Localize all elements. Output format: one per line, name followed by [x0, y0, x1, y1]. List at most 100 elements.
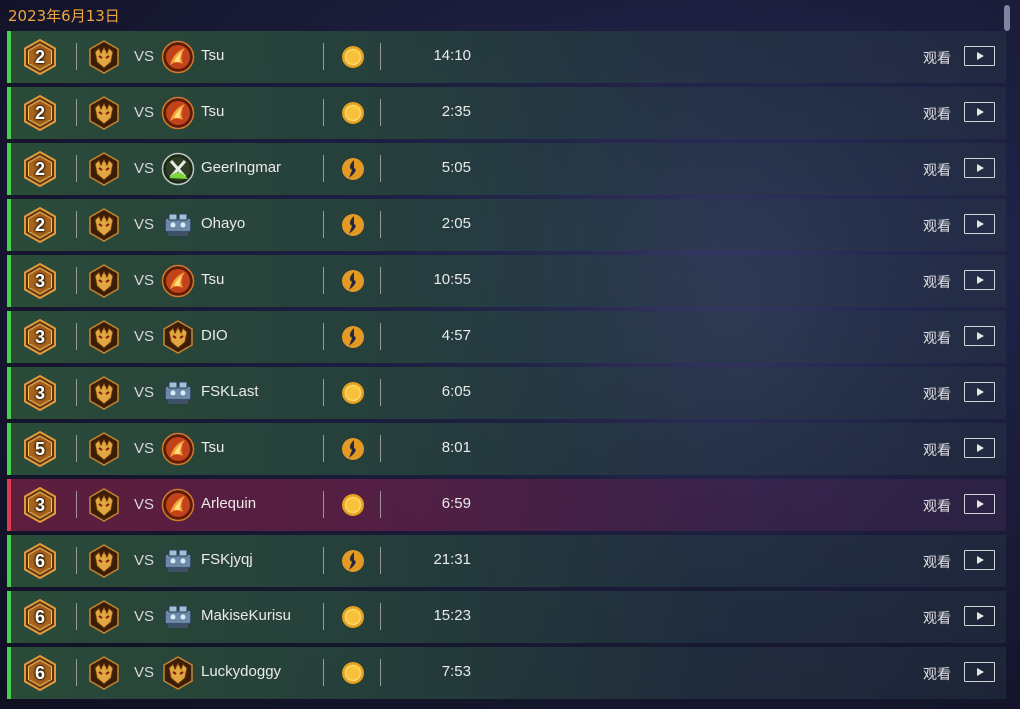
play-button[interactable]	[964, 606, 995, 626]
match-row-7[interactable]: 3 VS FSKLast 6:05 观看	[7, 367, 1006, 419]
play-button[interactable]	[964, 46, 995, 66]
play-icon	[977, 220, 984, 228]
play-button[interactable]	[964, 550, 995, 570]
rank-badge: 6	[22, 598, 58, 636]
rank-number: 3	[34, 327, 45, 347]
divider	[323, 155, 324, 182]
demon-icon	[87, 656, 121, 690]
watch-label[interactable]: 观看	[923, 160, 951, 180]
play-icon	[977, 276, 984, 284]
demon-icon	[87, 600, 121, 634]
play-button[interactable]	[964, 662, 995, 682]
watch-label[interactable]: 观看	[923, 440, 951, 460]
play-icon	[977, 444, 984, 452]
match-row-10[interactable]: 6 VS FSKjyqj 21:31 观看	[7, 535, 1006, 587]
divider	[380, 323, 381, 350]
match-row-6[interactable]: 3 VS DIO 4:57 观看	[7, 311, 1006, 363]
play-icon	[977, 612, 984, 620]
opponent-name: Tsu	[201, 439, 225, 456]
match-row-8[interactable]: 5 VS Tsu 8:01 观看	[7, 423, 1006, 475]
match-row-11[interactable]: 6 VS MakiseKurisu 15:23 观看	[7, 591, 1006, 643]
rank-number: 3	[34, 495, 45, 515]
vs-label: VS	[134, 328, 155, 345]
match-list: 2 VS Tsu 14:10 观看 2 VS Tsu 2:35 观看 2 VS …	[7, 31, 1006, 703]
opponent-name: GeerIngmar	[201, 159, 282, 176]
match-row-2[interactable]: 2 VS Tsu 2:35 观看	[7, 87, 1006, 139]
rank-badge: 3	[22, 374, 58, 412]
watch-label[interactable]: 观看	[923, 216, 951, 236]
lightning-icon	[341, 325, 365, 349]
divider	[380, 379, 381, 406]
match-row-12[interactable]: 6 VS Luckydoggy 7:53 观看	[7, 647, 1006, 699]
demon-icon	[87, 320, 121, 354]
divider	[380, 547, 381, 574]
divider	[323, 323, 324, 350]
vs-label: VS	[134, 608, 155, 625]
mech-icon	[161, 600, 195, 634]
match-row-3[interactable]: 2 VS GeerIngmar 5:05 观看	[7, 143, 1006, 195]
coin-icon	[341, 101, 365, 125]
play-icon	[977, 332, 984, 340]
demon-icon	[87, 264, 121, 298]
divider	[76, 379, 77, 406]
divider	[323, 435, 324, 462]
divider	[380, 659, 381, 686]
play-button[interactable]	[964, 382, 995, 402]
divider	[380, 99, 381, 126]
divider	[76, 211, 77, 238]
match-row-1[interactable]: 2 VS Tsu 14:10 观看	[7, 31, 1006, 83]
green-claw-icon	[161, 152, 195, 186]
rank-badge: 6	[22, 542, 58, 580]
divider	[323, 267, 324, 294]
rank-number: 6	[34, 607, 45, 627]
mech-icon	[161, 544, 195, 578]
watch-label[interactable]: 观看	[923, 104, 951, 124]
play-button[interactable]	[964, 158, 995, 178]
play-icon	[977, 388, 984, 396]
watch-label[interactable]: 观看	[923, 384, 951, 404]
watch-label[interactable]: 观看	[923, 664, 951, 684]
watch-label[interactable]: 观看	[923, 48, 951, 68]
divider	[323, 211, 324, 238]
divider	[380, 435, 381, 462]
rank-number: 5	[34, 439, 45, 459]
mech-icon	[161, 376, 195, 410]
vs-label: VS	[134, 216, 155, 233]
rank-number: 2	[34, 159, 45, 179]
scrollbar[interactable]	[1004, 5, 1010, 31]
fire-mage-icon	[161, 264, 195, 298]
play-button[interactable]	[964, 102, 995, 122]
match-row-9[interactable]: 3 VS Arlequin 6:59 观看	[7, 479, 1006, 531]
play-icon	[977, 52, 984, 60]
match-duration: 8:01	[441, 439, 471, 456]
rank-number: 2	[34, 47, 45, 67]
match-duration: 21:31	[433, 551, 471, 568]
watch-label[interactable]: 观看	[923, 552, 951, 572]
match-duration: 6:59	[441, 495, 471, 512]
rank-badge: 6	[22, 654, 58, 692]
vs-label: VS	[134, 272, 155, 289]
play-icon	[977, 556, 984, 564]
play-button[interactable]	[964, 270, 995, 290]
match-row-4[interactable]: 2 VS Ohayo 2:05 观看	[7, 199, 1006, 251]
opponent-name: Tsu	[201, 271, 225, 288]
fire-mage-icon	[161, 488, 195, 522]
play-button[interactable]	[964, 214, 995, 234]
vs-label: VS	[134, 440, 155, 457]
match-row-5[interactable]: 3 VS Tsu 10:55 观看	[7, 255, 1006, 307]
play-button[interactable]	[964, 494, 995, 514]
watch-label[interactable]: 观看	[923, 272, 951, 292]
rank-number: 6	[34, 551, 45, 571]
divider	[323, 659, 324, 686]
watch-label[interactable]: 观看	[923, 496, 951, 516]
play-button[interactable]	[964, 438, 995, 458]
fire-mage-icon	[161, 40, 195, 74]
opponent-name: MakiseKurisu	[201, 607, 292, 624]
demon-icon	[161, 320, 195, 354]
play-button[interactable]	[964, 326, 995, 346]
watch-label[interactable]: 观看	[923, 608, 951, 628]
divider	[76, 99, 77, 126]
divider	[76, 547, 77, 574]
divider	[380, 211, 381, 238]
watch-label[interactable]: 观看	[923, 328, 951, 348]
